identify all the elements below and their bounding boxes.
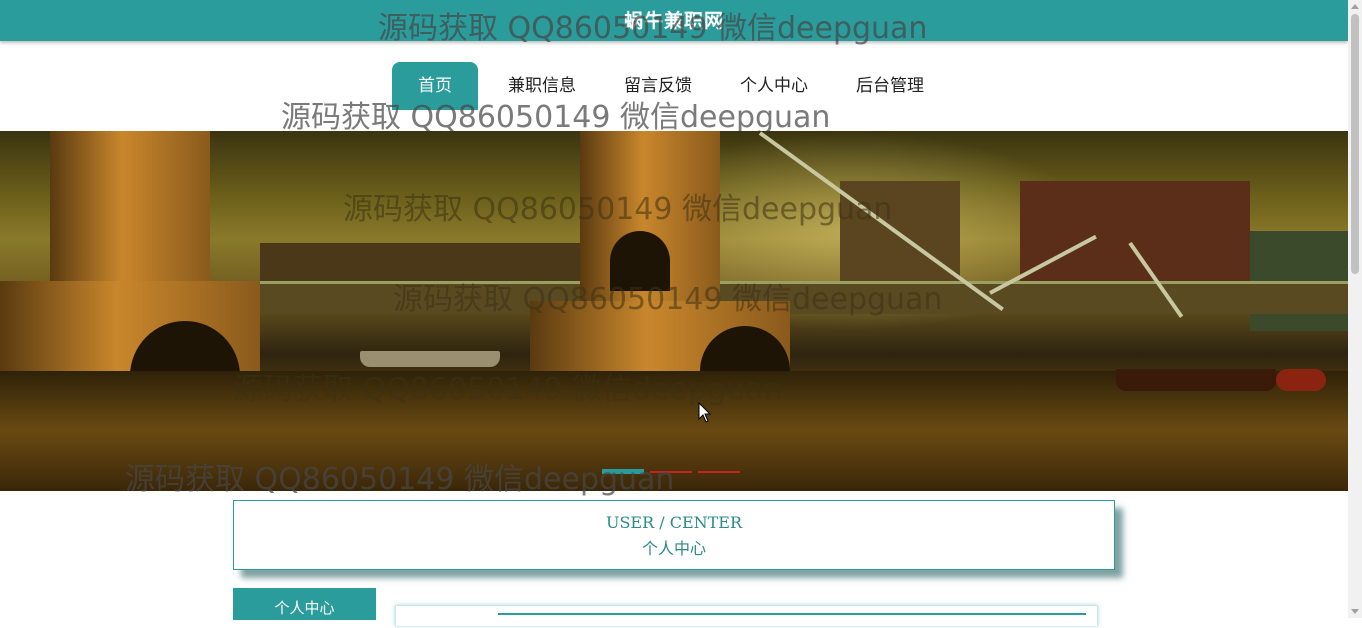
section-header: USER / CENTER 个人中心 bbox=[233, 500, 1115, 570]
site-title: 蜗牛兼职网 bbox=[623, 10, 724, 32]
scroll-thumb[interactable] bbox=[1351, 14, 1359, 274]
content-panel-inner bbox=[498, 613, 1086, 625]
top-bar: 蜗牛兼职网 bbox=[0, 0, 1348, 41]
banner-carousel[interactable] bbox=[0, 131, 1348, 491]
banner-arch bbox=[610, 231, 670, 291]
section-title-zh: 个人中心 bbox=[641, 539, 706, 558]
carousel-dot[interactable] bbox=[650, 471, 692, 473]
nav-item-jobs[interactable]: 兼职信息 bbox=[488, 62, 596, 110]
mouse-cursor-icon bbox=[698, 402, 712, 423]
banner-boat bbox=[360, 351, 500, 367]
sidebar-tab-user-center[interactable]: 个人中心 bbox=[233, 588, 376, 620]
banner-boat bbox=[1116, 369, 1276, 391]
carousel-dot[interactable] bbox=[602, 469, 644, 474]
section-title-en: USER / CENTER bbox=[605, 513, 743, 532]
nav-item-home[interactable]: 首页 bbox=[392, 62, 478, 110]
page-scrollbar[interactable] bbox=[1348, 0, 1362, 618]
carousel-dot[interactable] bbox=[698, 471, 740, 473]
nav-item-feedback[interactable]: 留言反馈 bbox=[604, 62, 712, 110]
main-nav: 首页 兼职信息 留言反馈 个人中心 后台管理 bbox=[392, 62, 952, 110]
scroll-down-arrow-icon[interactable] bbox=[1351, 609, 1359, 614]
nav-item-admin[interactable]: 后台管理 bbox=[836, 62, 944, 110]
carousel-indicators bbox=[602, 469, 740, 474]
nav-item-user-center[interactable]: 个人中心 bbox=[720, 62, 828, 110]
scroll-up-arrow-icon[interactable] bbox=[1351, 4, 1359, 9]
banner-boat bbox=[1276, 369, 1326, 391]
